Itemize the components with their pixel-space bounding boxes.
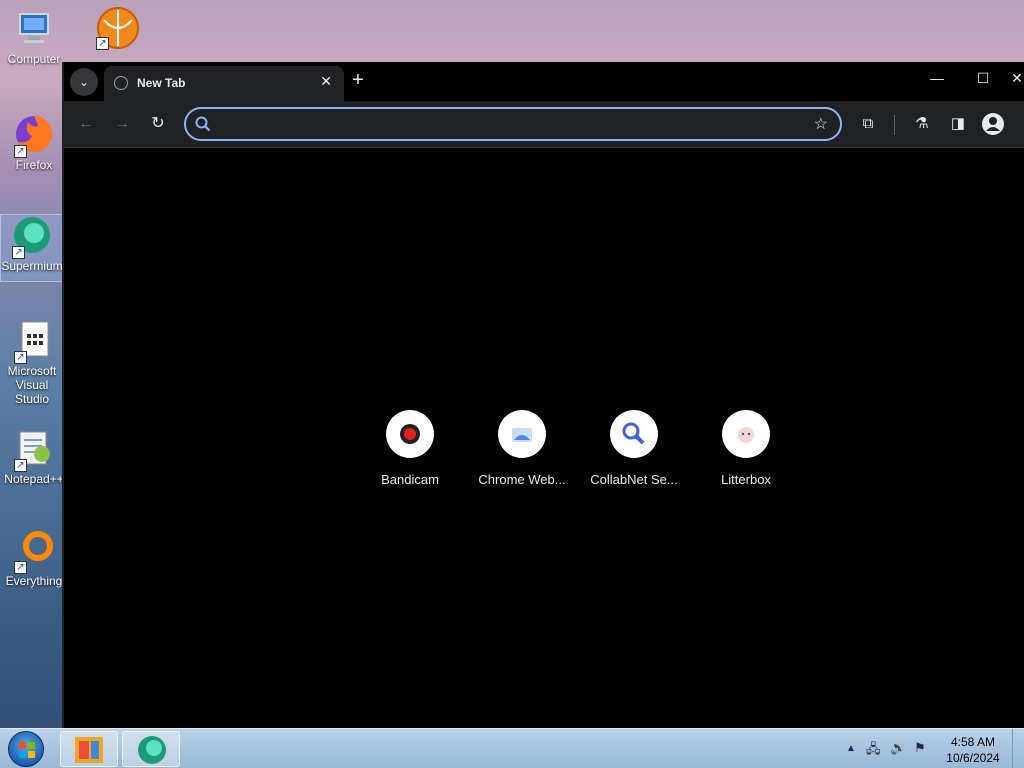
desktop-icon-label: Everything	[5, 574, 63, 588]
minimize-button[interactable]: —	[922, 70, 952, 86]
desktop-icon-notepad[interactable]: ↗ Notepad++	[2, 428, 66, 486]
labs-button[interactable]: ⚗	[910, 112, 934, 136]
bookmark-star-icon[interactable]: ☆	[814, 114, 828, 134]
shortcut-tile-bandicam[interactable]: Bandicam	[354, 410, 466, 487]
tab-title: New Tab	[137, 76, 186, 90]
shortcut-tile-chrome-web-store[interactable]: Chrome Web...	[466, 410, 578, 487]
side-panel-button[interactable]: ◨	[946, 112, 970, 136]
tab-search-button[interactable]: ⌄	[70, 68, 98, 96]
desktop-icon-label: Supermium	[1, 259, 63, 273]
shortcut-label: Litterbox	[721, 472, 771, 487]
close-tab-button[interactable]: ✕	[320, 73, 332, 90]
colorful-app-icon	[75, 737, 103, 763]
magnifier-icon	[610, 410, 658, 458]
firefox-icon: ↗	[14, 114, 54, 158]
desktop-icon-everything[interactable]: ↗ Everything	[2, 530, 66, 588]
maximize-button[interactable]: ☐	[968, 70, 998, 87]
network-icon[interactable]: 🖧	[866, 740, 881, 762]
desktop-icon-label: Notepad++	[4, 472, 64, 486]
supermium-icon	[138, 736, 166, 764]
computer-icon	[14, 8, 54, 48]
extensions-button[interactable]: ⧉	[856, 112, 880, 136]
reload-button[interactable]: ↻	[146, 112, 170, 136]
tray-expand-icon[interactable]: ▲	[846, 743, 856, 754]
shortcut-label: Bandicam	[381, 472, 439, 487]
shortcut-arrow-icon: ↗	[14, 145, 27, 158]
desktop-icon-label: Computer	[7, 52, 61, 66]
windows-logo-icon	[19, 742, 35, 758]
desktop-icon-label: Microsoft Visual Studio	[7, 364, 57, 406]
shortcut-tiles: Bandicam Chrome Web... CollabNet Se... L…	[354, 410, 802, 487]
browser-window: ⌄ New Tab ✕ + — ☐ ✕ ← → ↻ ☆ ⧉ ⚗ ◨ Bandic…	[62, 62, 1024, 728]
new-tab-button[interactable]: +	[346, 69, 370, 93]
action-center-flag-icon[interactable]: ⚑	[914, 740, 926, 756]
shortcut-label: Chrome Web...	[478, 472, 566, 487]
desktop-icon-visual-studio[interactable]: ↗ Microsoft Visual Studio	[2, 320, 66, 406]
clock[interactable]: 4:58 AM 10/6/2024	[936, 734, 1010, 766]
profile-avatar[interactable]	[982, 113, 1004, 135]
shortcut-arrow-icon: ↗	[12, 246, 25, 259]
chevron-down-icon: ⌄	[78, 75, 90, 89]
cone-app-icon: ↗	[96, 6, 139, 50]
person-icon	[986, 117, 1000, 131]
desktop-icon-supermium[interactable]: ↗ Supermium	[0, 214, 64, 282]
shortcut-arrow-icon: ↗	[96, 37, 109, 50]
flask-icon: ⚗	[915, 115, 929, 132]
reload-icon: ↻	[151, 115, 165, 132]
puzzle-icon: ⧉	[862, 115, 874, 132]
taskbar-app-supermium[interactable]	[122, 731, 180, 767]
back-button[interactable]: ←	[74, 112, 98, 136]
shortcut-label: CollabNet Se...	[590, 472, 678, 487]
new-tab-page: Bandicam Chrome Web... CollabNet Se... L…	[64, 147, 1024, 728]
clock-time: 4:58 AM	[950, 735, 996, 749]
toolbar: ← → ↻ ☆ ⧉ ⚗ ◨	[64, 101, 1024, 147]
notepad-icon: ↗	[14, 428, 54, 472]
address-bar[interactable]: ☆	[184, 107, 842, 141]
side-panel-icon: ◨	[950, 115, 966, 132]
tab-strip: ⌄ New Tab ✕ + — ☐ ✕	[64, 62, 1024, 101]
globe-icon	[114, 76, 128, 90]
document-icon: ↗	[14, 320, 54, 364]
bandicam-icon	[386, 410, 434, 458]
forward-button[interactable]: →	[110, 112, 134, 136]
litterbox-icon	[722, 410, 770, 458]
shortcut-arrow-icon: ↗	[14, 459, 27, 472]
shortcut-tile-collabnet[interactable]: CollabNet Se...	[578, 410, 690, 487]
clock-date: 10/6/2024	[946, 751, 1000, 765]
close-window-button[interactable]: ✕	[1008, 70, 1024, 87]
desktop-icon-app[interactable]: ↗	[84, 6, 148, 50]
desktop-icon-computer[interactable]: Computer	[2, 8, 66, 66]
show-desktop-button[interactable]	[1012, 729, 1024, 768]
web-store-icon	[498, 410, 546, 458]
address-input[interactable]	[220, 115, 800, 135]
shortcut-tile-litterbox[interactable]: Litterbox	[690, 410, 802, 487]
arrow-left-icon: ←	[78, 115, 94, 132]
start-button[interactable]	[8, 731, 44, 767]
taskbar-app-explorer[interactable]	[60, 731, 118, 767]
shortcut-arrow-icon: ↗	[14, 351, 27, 364]
taskbar: ▲ 🖧 🔊 ⚑ 4:58 AM 10/6/2024	[0, 728, 1024, 768]
desktop-icon-label: Firefox	[15, 158, 53, 172]
supermium-icon: ↗	[12, 215, 52, 259]
toolbar-divider	[894, 115, 895, 135]
tab-new-tab[interactable]: New Tab ✕	[104, 66, 344, 101]
search-icon	[195, 116, 211, 132]
everything-icon: ↗	[14, 530, 54, 574]
volume-icon[interactable]: 🔊	[890, 740, 906, 756]
shortcut-arrow-icon: ↗	[14, 561, 27, 574]
desktop-icon-firefox[interactable]: ↗ Firefox	[2, 114, 66, 172]
arrow-right-icon: →	[114, 115, 130, 132]
